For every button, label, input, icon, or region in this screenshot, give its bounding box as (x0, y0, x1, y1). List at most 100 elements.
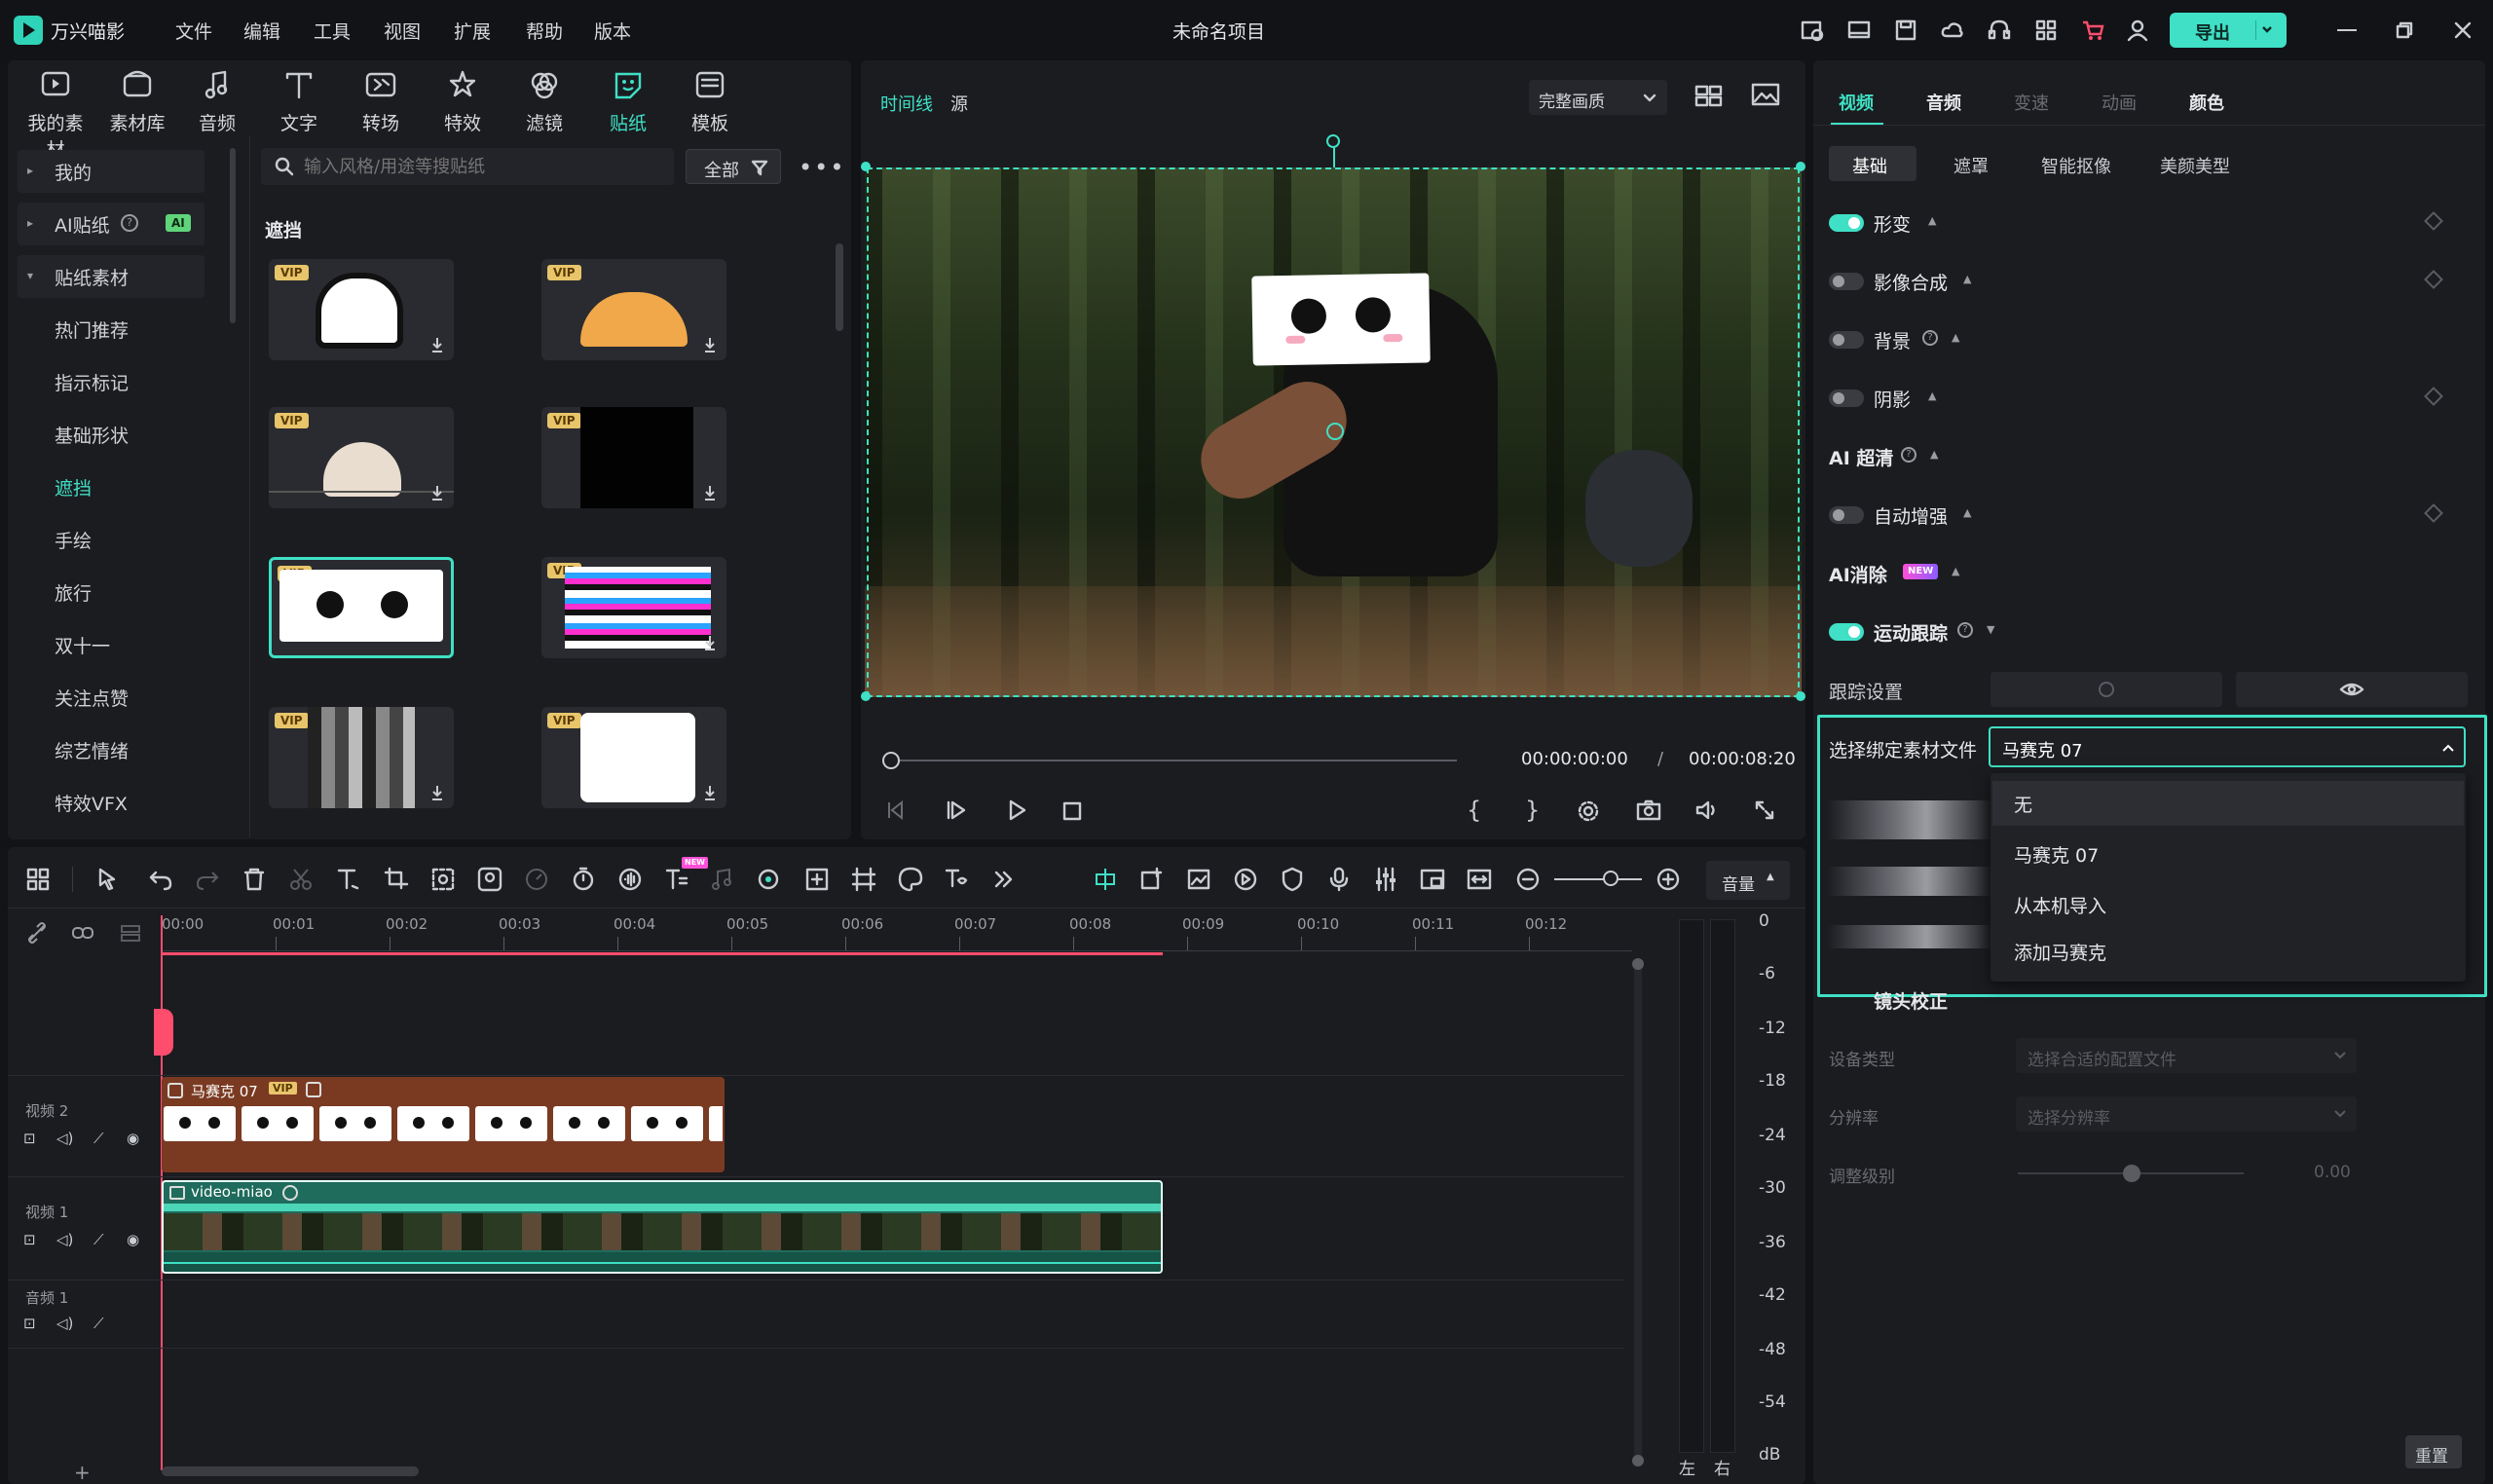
help-icon[interactable]: ? (1957, 622, 1973, 638)
resize-handle[interactable] (861, 691, 871, 701)
help-icon[interactable]: ? (1901, 447, 1916, 463)
magic-wand-icon[interactable]: ⟋ (93, 1130, 104, 1147)
tool-audio[interactable]: 音频 (183, 68, 251, 135)
image-replace-icon[interactable] (1184, 865, 1213, 894)
quality-select[interactable]: 完整画质 (1529, 80, 1667, 115)
zoom-slider-track[interactable] (1554, 878, 1642, 880)
headset-icon[interactable] (1987, 18, 2012, 43)
sidebar-item-vfx[interactable]: 特效VFX (55, 790, 128, 816)
audio-wave-icon[interactable] (615, 865, 645, 894)
snapshot-image-icon[interactable] (1751, 82, 1780, 109)
user-icon[interactable] (2125, 18, 2150, 43)
expand-arrow-icon[interactable]: ▼ (1987, 623, 1994, 636)
subtab-basic[interactable]: 基础 (1829, 146, 1916, 181)
play-frame-icon[interactable] (945, 798, 968, 822)
restore-icon[interactable] (2396, 21, 2413, 39)
resize-handle[interactable] (1796, 691, 1805, 701)
tracking-target-button[interactable] (1991, 672, 2222, 707)
search-input[interactable] (304, 154, 654, 179)
more-tools-icon[interactable] (989, 865, 1019, 894)
export-button[interactable]: 导出 (2170, 13, 2287, 48)
mute-icon[interactable]: ◁) (56, 1130, 73, 1147)
tool-filter[interactable]: 滤镜 (510, 68, 578, 135)
tab-color[interactable]: 颜色 (2189, 90, 2224, 115)
sidebar-scrollbar[interactable] (230, 148, 236, 323)
sticker-card[interactable]: VIP (269, 259, 454, 360)
volume-icon[interactable] (1694, 798, 1720, 822)
auto-enhance-toggle[interactable] (1829, 506, 1864, 524)
tab-video[interactable]: 视频 (1839, 90, 1874, 115)
video-clip[interactable]: video-miao (162, 1180, 1163, 1274)
lock-icon[interactable]: ⊡ (23, 1130, 36, 1147)
download-icon[interactable] (703, 635, 717, 650)
menu-view[interactable]: 视图 (384, 18, 421, 44)
sidebar-item-travel[interactable]: 旅行 (55, 579, 92, 606)
collapse-arrow-icon[interactable]: ▲ (1930, 448, 1938, 461)
lock-icon[interactable]: ⊡ (23, 1231, 36, 1248)
tab-speed[interactable]: 变速 (2014, 90, 2049, 115)
stabilize-icon[interactable] (802, 865, 832, 894)
dropdown-option-import-local[interactable]: 从本机导入 (2014, 892, 2106, 918)
resize-handle[interactable] (1796, 162, 1805, 171)
download-icon[interactable] (430, 485, 444, 501)
mark-out-icon[interactable]: } (1525, 797, 1540, 824)
sidebar-item-variety-emotion[interactable]: 综艺情绪 (55, 737, 129, 763)
menu-version[interactable]: 版本 (594, 18, 631, 44)
timeline-vscroll-thumb-bottom[interactable] (1632, 1455, 1644, 1466)
export-dropdown-icon[interactable] (2255, 20, 2277, 40)
cart-icon[interactable] (2080, 18, 2105, 43)
magic-wand-icon[interactable]: ⟋ (93, 1315, 104, 1332)
minimize-icon[interactable] (2337, 29, 2357, 31)
download-icon[interactable] (430, 337, 444, 352)
reset-button[interactable]: 重置 (2405, 1435, 2462, 1468)
download-icon[interactable] (703, 337, 717, 352)
play-icon[interactable] (1005, 798, 1028, 822)
collapse-arrow-icon[interactable]: ▲ (1963, 506, 1971, 519)
screen-icon[interactable] (1846, 18, 1872, 43)
camera-snapshot-icon[interactable] (1636, 798, 1661, 822)
sticker-card[interactable]: VIP (269, 407, 454, 508)
tool-transition[interactable]: 转场 (347, 68, 415, 135)
close-icon[interactable] (2454, 21, 2472, 39)
ai-portrait-icon[interactable] (475, 865, 504, 894)
sidebar-item-double11[interactable]: 双十一 (55, 632, 110, 658)
sticker-card[interactable]: VIP (269, 707, 454, 808)
sidebar-item-indicators[interactable]: 指示标记 (55, 369, 129, 395)
mark-in-icon[interactable]: { (1467, 797, 1481, 824)
shadow-toggle[interactable] (1829, 390, 1864, 407)
collapse-arrow-icon[interactable]: ▲ (1963, 273, 1971, 285)
smart-crop-icon[interactable] (428, 865, 458, 894)
resize-handle[interactable] (861, 162, 871, 171)
search-box[interactable] (261, 148, 674, 185)
subtab-smart-cutout[interactable]: 智能抠像 (2041, 153, 2111, 178)
prev-frame-icon[interactable] (884, 798, 908, 822)
timeline-vscroll-thumb[interactable] (1632, 958, 1644, 970)
subtab-beauty[interactable]: 美颜美型 (2160, 153, 2230, 178)
sidebar-item-hot[interactable]: 热门推荐 (55, 316, 129, 343)
select-arrow-icon[interactable] (93, 865, 123, 894)
download-icon[interactable] (430, 785, 444, 800)
grid-apps-icon[interactable] (2033, 18, 2059, 43)
download-icon[interactable] (703, 785, 717, 800)
sticker-card[interactable]: VIP (541, 707, 726, 808)
sidebar-item-occlusion[interactable]: 遮挡 (55, 474, 92, 501)
delete-icon[interactable] (240, 865, 269, 894)
magic-wand-icon[interactable]: ⟋ (93, 1231, 104, 1248)
filter-all-button[interactable]: 全部 (686, 149, 781, 184)
menu-edit[interactable]: 编辑 (243, 18, 280, 44)
collapse-arrow-icon[interactable]: ▲ (1928, 214, 1936, 227)
collapse-arrow-icon[interactable]: ▲ (1952, 331, 1959, 344)
grid-view-icon[interactable] (1694, 84, 1724, 109)
tool-template[interactable]: 模板 (676, 68, 744, 135)
collapse-arrow-icon[interactable]: ▲ (1928, 390, 1936, 402)
adjust-level-slider-knob[interactable] (2123, 1165, 2140, 1182)
music-note-icon[interactable] (707, 865, 736, 894)
export-frame-icon[interactable] (849, 865, 878, 894)
text-speech-icon[interactable] (943, 865, 972, 894)
dropdown-option-add-mosaic[interactable]: 添加马赛克 (2014, 939, 2106, 965)
save-icon[interactable] (1893, 18, 1918, 43)
ai-text-icon[interactable] (662, 865, 691, 894)
mute-icon[interactable]: ◁) (56, 1231, 73, 1248)
bind-file-select[interactable]: 马赛克 07 (1989, 726, 2466, 767)
volume-dropdown[interactable]: 音量 ▲ (1706, 861, 1790, 900)
